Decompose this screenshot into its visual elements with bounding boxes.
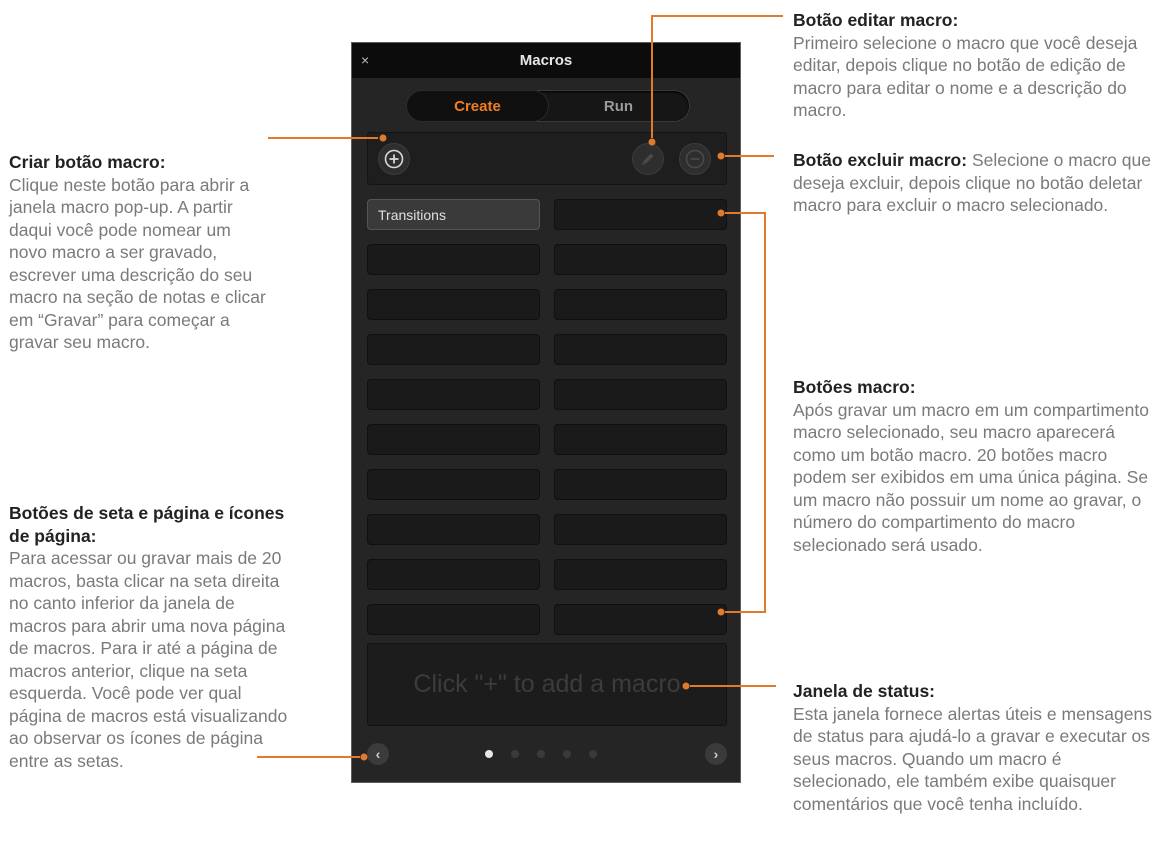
macro-button[interactable] bbox=[367, 379, 540, 410]
macro-button[interactable] bbox=[554, 514, 727, 545]
macro-button-grid: Transitions bbox=[367, 199, 727, 635]
macro-button[interactable] bbox=[554, 244, 727, 275]
macro-button[interactable] bbox=[554, 604, 727, 635]
macro-button[interactable] bbox=[554, 559, 727, 590]
tab-create[interactable]: Create bbox=[407, 91, 548, 121]
minus-circle-icon bbox=[685, 149, 705, 169]
annotation-create-macro: Criar botão macro: Clique neste botão pa… bbox=[9, 151, 271, 354]
annotation-delete-macro: Botão excluir macro: Selecione o macro q… bbox=[793, 149, 1153, 217]
macro-button[interactable] bbox=[367, 559, 540, 590]
macro-button[interactable] bbox=[554, 289, 727, 320]
macro-button[interactable] bbox=[554, 199, 727, 230]
mode-tabs: Create Run bbox=[407, 91, 689, 121]
edit-macro-button[interactable] bbox=[632, 143, 664, 175]
macro-button[interactable] bbox=[554, 424, 727, 455]
annotation-status-window: Janela de status: Esta janela fornece al… bbox=[793, 680, 1159, 815]
page-dot-icon[interactable] bbox=[485, 750, 493, 758]
add-macro-button[interactable] bbox=[378, 143, 410, 175]
title-bar: × Macros bbox=[352, 43, 740, 78]
annotation-body: Primeiro selecione o macro que você dese… bbox=[793, 32, 1138, 121]
annotation-edit-macro: Botão editar macro: Primeiro selecione o… bbox=[793, 9, 1158, 122]
macro-toolbar bbox=[367, 132, 727, 185]
annotation-title: Janela de status: bbox=[793, 681, 935, 701]
page-dot-icon[interactable] bbox=[511, 750, 519, 758]
status-window: Click "+" to add a macro bbox=[367, 643, 727, 726]
annotation-body: Para acessar ou gravar mais de 20 macros… bbox=[9, 548, 288, 771]
macro-button[interactable] bbox=[554, 379, 727, 410]
pencil-icon bbox=[642, 153, 654, 165]
macro-button[interactable] bbox=[367, 334, 540, 365]
macro-button[interactable] bbox=[367, 514, 540, 545]
macro-button[interactable]: Transitions bbox=[367, 199, 540, 230]
annotation-arrows-pages: Botões de seta e página e ícones de pági… bbox=[9, 502, 294, 772]
annotation-title: Botão editar macro: bbox=[793, 10, 959, 30]
macro-button[interactable] bbox=[367, 604, 540, 635]
annotation-title: Botão excluir macro: bbox=[793, 150, 968, 170]
plus-circle-icon bbox=[384, 149, 404, 169]
window-title: Macros bbox=[519, 52, 573, 69]
macro-button[interactable] bbox=[367, 424, 540, 455]
prev-page-arrow-icon[interactable]: ‹ bbox=[367, 743, 389, 765]
tab-run[interactable]: Run bbox=[548, 91, 689, 121]
annotation-title: Criar botão macro: bbox=[9, 152, 166, 172]
page-dot-icon[interactable] bbox=[563, 750, 571, 758]
annotation-macro-buttons: Botões macro: Após gravar um macro em um… bbox=[793, 376, 1153, 556]
next-page-arrow-icon[interactable]: › bbox=[705, 743, 727, 765]
macro-button[interactable] bbox=[367, 289, 540, 320]
annotation-body: Clique neste botão para abrir a janela m… bbox=[9, 174, 266, 353]
annotation-body: Após gravar um macro em um compartimento… bbox=[793, 399, 1149, 555]
annotation-title: Botões de seta e página e ícones de pági… bbox=[9, 503, 285, 546]
page-dot-icon[interactable] bbox=[537, 750, 545, 758]
macro-button[interactable] bbox=[367, 469, 540, 500]
page-navigation: ‹ › bbox=[367, 743, 727, 767]
page-dot-icon[interactable] bbox=[589, 750, 597, 758]
macro-button[interactable] bbox=[367, 244, 540, 275]
macro-button[interactable] bbox=[554, 469, 727, 500]
macros-window: × Macros Create Run Transitions Click "+… bbox=[351, 42, 741, 783]
page-indicator bbox=[485, 750, 597, 758]
delete-macro-button[interactable] bbox=[679, 143, 711, 175]
annotation-title: Botões macro: bbox=[793, 377, 916, 397]
annotation-body: Esta janela fornece alertas úteis e mens… bbox=[793, 703, 1152, 814]
macro-button[interactable] bbox=[554, 334, 727, 365]
